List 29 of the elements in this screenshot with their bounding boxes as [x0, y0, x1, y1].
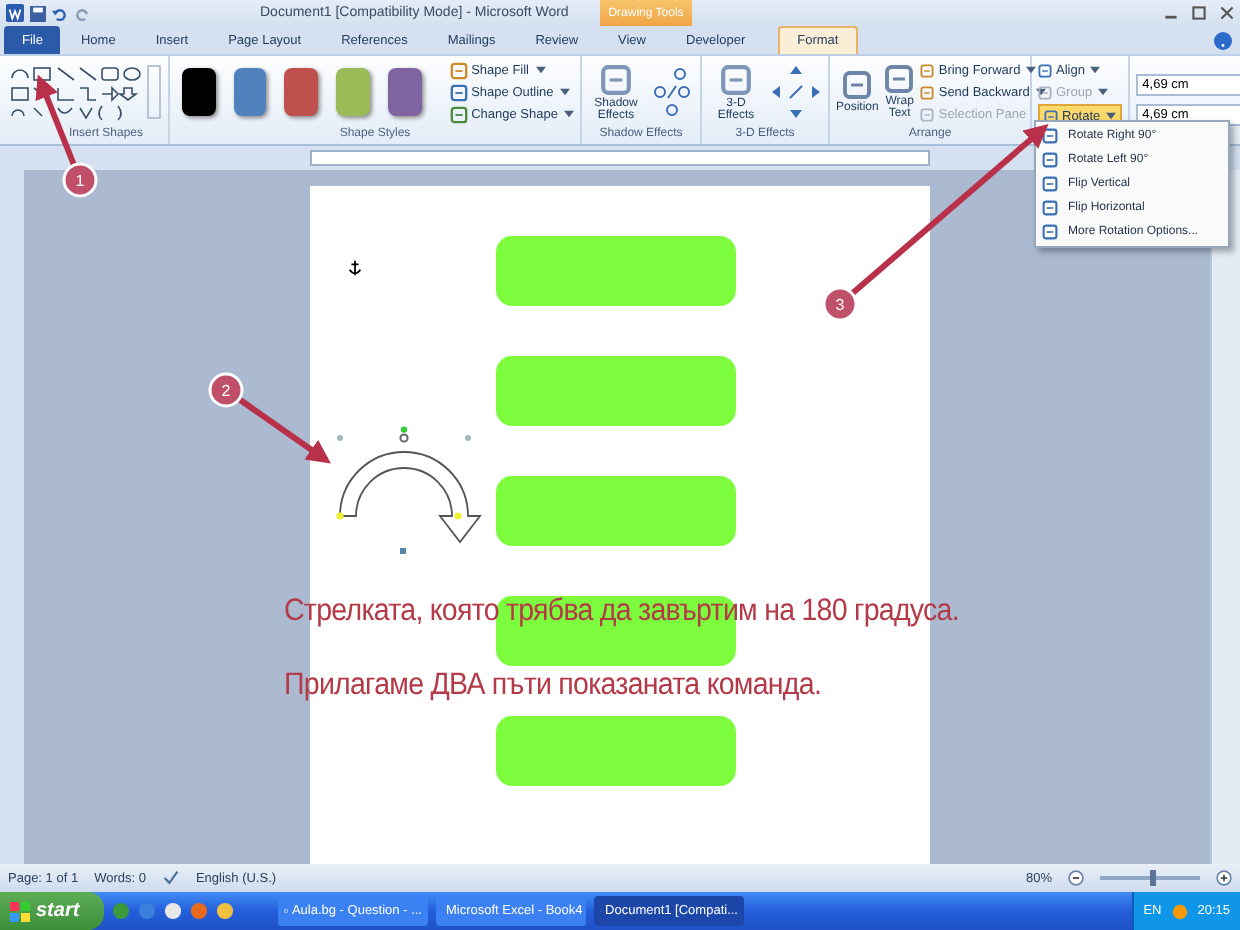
caret-icon [535, 66, 545, 74]
close-icon[interactable] [1220, 6, 1234, 20]
save-icon[interactable] [30, 5, 46, 21]
zoom-slider-thumb[interactable] [1150, 870, 1156, 886]
proofing-icon[interactable] [161, 870, 180, 886]
caret-icon [1026, 66, 1037, 74]
zoom-out-icon[interactable] [1068, 870, 1084, 886]
document-text: Прилагаме ДВА пъти показаната команда. [284, 668, 822, 704]
caret-icon [559, 88, 570, 96]
caret-icon [1098, 88, 1109, 96]
anchor-icon [346, 258, 364, 278]
word-logo-icon[interactable] [6, 4, 24, 22]
style-swatch[interactable] [336, 68, 370, 116]
style-swatch[interactable] [233, 68, 267, 116]
vertical-scrollbar[interactable] [1210, 170, 1240, 864]
undo-icon[interactable] [52, 5, 68, 21]
zoom-in-icon[interactable] [1216, 870, 1232, 886]
caret-icon [563, 110, 574, 118]
maximize-icon[interactable] [1192, 6, 1206, 20]
shadow-nudge-icon[interactable] [650, 66, 694, 118]
caret-icon [1090, 66, 1101, 74]
style-swatch[interactable] [182, 68, 216, 116]
style-swatch[interactable] [284, 68, 319, 116]
tilt-arrows-icon[interactable] [770, 64, 822, 120]
square-icon [600, 63, 632, 95]
shapes-gallery-drawing[interactable] [6, 62, 162, 122]
windows-logo-icon [10, 901, 30, 921]
style-swatch[interactable] [387, 68, 422, 116]
caret-icon [1035, 88, 1046, 96]
